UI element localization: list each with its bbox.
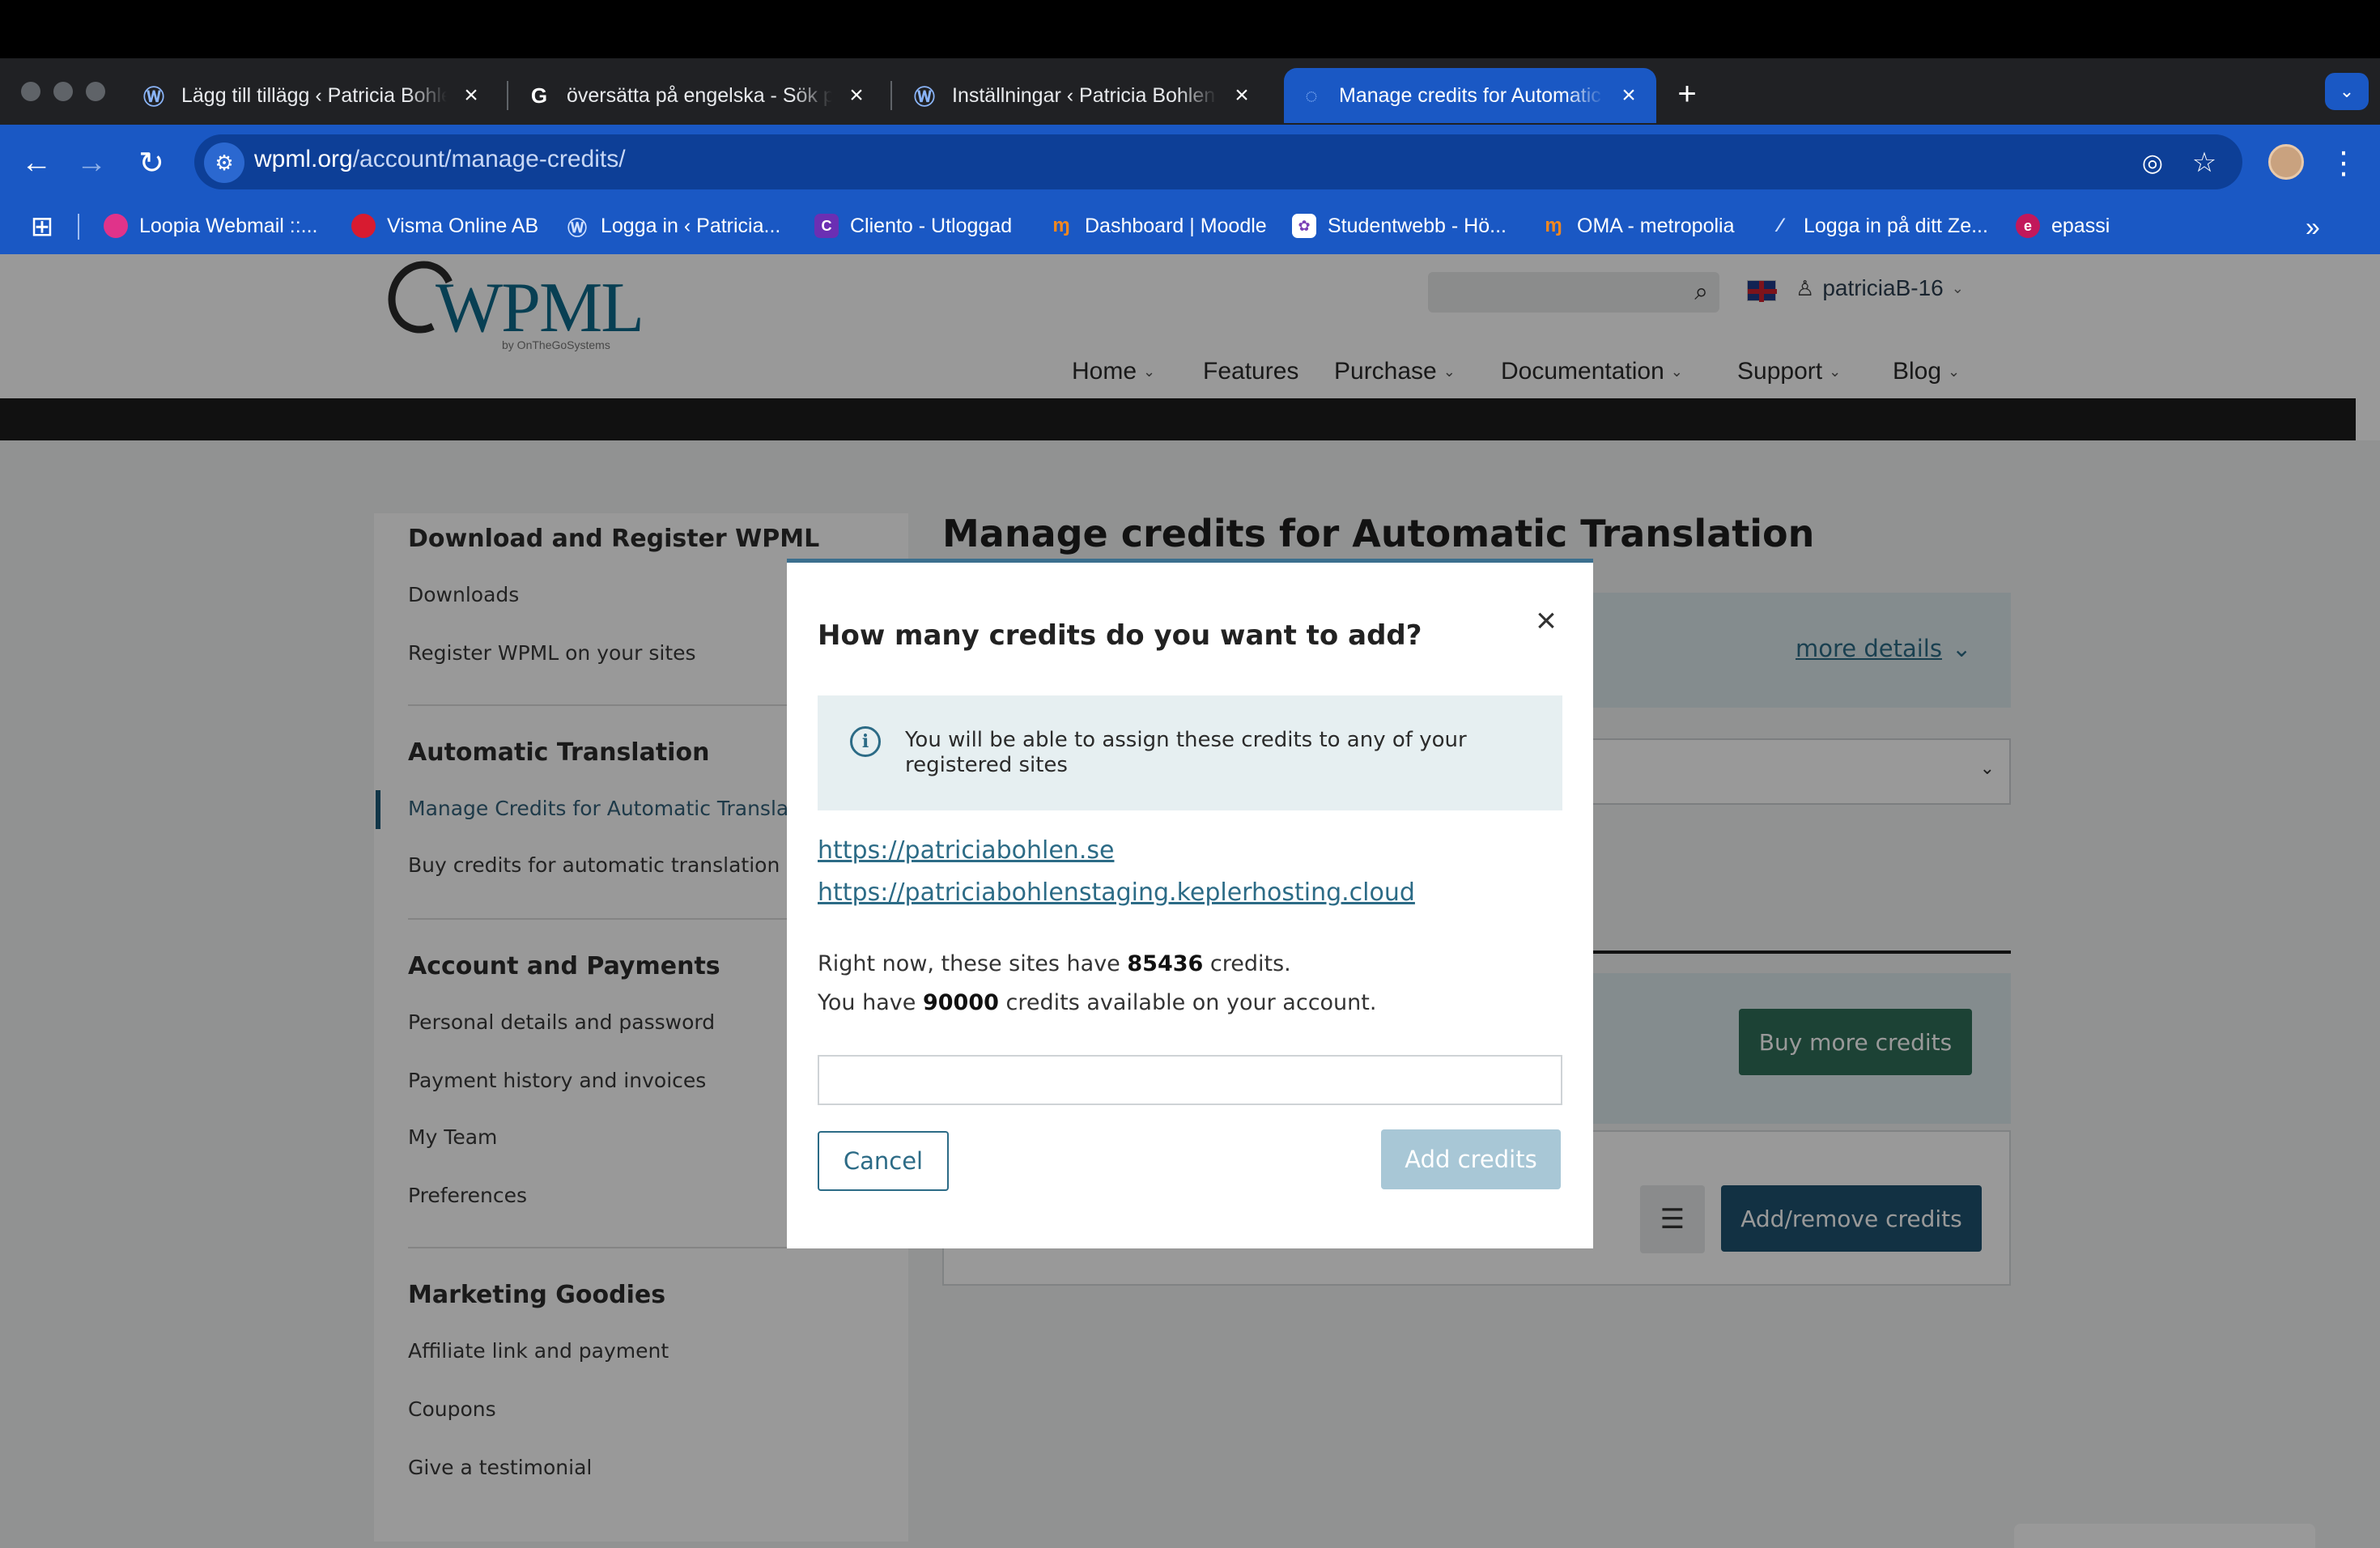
bookmark-item[interactable]: Visma Online AB — [351, 209, 538, 243]
window-zoom-dot[interactable] — [86, 82, 105, 101]
tab-search-chevron-icon[interactable]: ⌄ — [2325, 73, 2369, 110]
bookmark-label: Logga in ‹ Patricia... — [601, 214, 781, 237]
tab-1[interactable]: Ⓦ Lägg till tillägg ‹ Patricia Bohlen × — [126, 68, 499, 123]
bookmark-label: Studentwebb - Hö... — [1328, 214, 1507, 237]
sites-credits-line: Right now, these sites have 85436 credit… — [818, 951, 1291, 976]
bookmark-item[interactable]: ⁄ Logga in på ditt Ze... — [1768, 209, 1988, 243]
bookmark-label: epassi — [2051, 214, 2110, 237]
system-menu-bar — [0, 0, 2380, 58]
loading-favicon-icon: ◌ — [1305, 83, 1318, 108]
google-favicon-icon: G — [530, 83, 548, 108]
profile-avatar[interactable] — [2268, 144, 2304, 180]
text: credits. — [1209, 951, 1291, 976]
forward-arrow-icon[interactable]: → — [71, 142, 112, 183]
bookmark-item[interactable]: e epassi — [2016, 209, 2110, 243]
back-arrow-icon[interactable]: ← — [16, 142, 57, 183]
bookmark-item[interactable]: ɱ OMA - metropolia — [1541, 209, 1735, 243]
text: Right now, these sites have — [818, 951, 1120, 976]
bookmark-label: Dashboard | Moodle — [1085, 214, 1267, 237]
site-info-icon[interactable]: ⚙ — [204, 142, 244, 183]
tab-title: Lägg till tillägg ‹ Patricia Bohlen — [181, 83, 447, 107]
tab-3[interactable]: Ⓦ Inställningar ‹ Patricia Bohlen × — [897, 68, 1269, 123]
bookmark-item[interactable]: Ⓦ Logga in ‹ Patricia... — [565, 209, 780, 243]
more-bookmarks-chevron-icon[interactable]: » — [2306, 212, 2320, 242]
close-tab-icon[interactable]: × — [1616, 82, 1642, 108]
site-link[interactable]: https://patriciabohlen.se — [818, 836, 1114, 865]
close-tab-icon[interactable]: × — [844, 82, 869, 108]
window-close-dot[interactable] — [21, 82, 40, 101]
cancel-button[interactable]: Cancel — [818, 1131, 949, 1191]
credits-amount-input[interactable] — [818, 1055, 1562, 1105]
close-tab-icon[interactable]: × — [1229, 82, 1255, 108]
tab-title: Inställningar ‹ Patricia Bohlen — [952, 83, 1216, 107]
tab-separator — [890, 81, 892, 110]
bookmark-label: Cliento - Utloggad — [850, 214, 1013, 237]
bookmark-label: Visma Online AB — [387, 214, 539, 237]
web-page: WPML by OnTheGoSystems ⌕ ♙ patriciaB-16 ⌄ … — [0, 254, 2380, 1548]
dialog-notice: i You will be able to assign these credi… — [818, 695, 1562, 810]
add-credits-button[interactable]: Add credits — [1381, 1129, 1561, 1189]
tab-title: översätta på engelska - Sök på Google — [567, 83, 832, 107]
account-credits-value: 90000 — [922, 990, 999, 1015]
text: credits available on your account. — [1005, 990, 1377, 1015]
reload-icon[interactable]: ↻ — [131, 142, 172, 183]
dialog-title: How many credits do you want to add? — [818, 619, 1422, 652]
studentwebb-icon: ✿ — [1292, 214, 1316, 238]
moodle-icon: ɱ — [1052, 215, 1070, 236]
bookmark-item[interactable]: C Cliento - Utloggad — [814, 209, 1012, 243]
new-tab-button[interactable]: + — [1664, 71, 1710, 117]
sites-credits-value: 85436 — [1127, 951, 1204, 976]
tab-2[interactable]: G översätta på engelska - Sök på Google … — [512, 68, 884, 123]
site-link[interactable]: https://patriciabohlenstaging.keplerhost… — [818, 878, 1415, 907]
window-minimize-dot[interactable] — [53, 82, 73, 101]
close-icon[interactable]: × — [1530, 601, 1562, 640]
browser-menu-icon[interactable]: ⋮ — [2325, 142, 2362, 183]
bookmark-label: Logga in på ditt Ze... — [1804, 214, 1988, 237]
bookmark-label: Loopia Webmail ::... — [139, 214, 318, 237]
metropolia-icon: ɱ — [1545, 215, 1562, 236]
cliento-icon: C — [814, 214, 839, 238]
notice-text: You will be able to assign these credits… — [905, 728, 1467, 777]
info-icon: i — [850, 726, 881, 757]
bookmark-item[interactable]: Loopia Webmail ::... — [104, 209, 317, 243]
visma-icon — [351, 214, 376, 238]
bookmark-item[interactable]: ✿ Studentwebb - Hö... — [1292, 209, 1507, 243]
bookmark-label: OMA - metropolia — [1577, 214, 1735, 237]
text: You have — [818, 990, 916, 1015]
url-domain: wpml.org — [254, 146, 353, 172]
loopia-icon — [104, 214, 128, 238]
tab-active[interactable]: ◌ Manage credits for Automatic Translati… — [1284, 68, 1656, 123]
url-path: /account/manage-credits/ — [352, 146, 626, 172]
apps-grid-icon[interactable]: ⊞ — [28, 212, 57, 241]
wordpress-icon: Ⓦ — [567, 217, 587, 240]
tab-title: Manage credits for Automatic Translation — [1339, 83, 1604, 107]
url-text[interactable]: wpml.org/account/manage-credits/ — [254, 146, 626, 173]
account-credits-line: You have 90000 credits available on your… — [818, 990, 1376, 1015]
bookmarks-separator — [78, 214, 79, 240]
tab-separator — [507, 81, 508, 110]
add-credits-dialog: How many credits do you want to add? × i… — [787, 559, 1593, 1248]
close-tab-icon[interactable]: × — [458, 82, 484, 108]
epassi-icon: e — [2016, 214, 2040, 238]
bookmark-star-icon[interactable]: ☆ — [2186, 144, 2223, 181]
zettle-icon: ⁄ — [1778, 215, 1782, 236]
eye-slash-icon[interactable]: ◎ — [2134, 144, 2171, 181]
wordpress-favicon-icon: Ⓦ — [142, 84, 164, 109]
wordpress-favicon-icon: Ⓦ — [913, 84, 935, 109]
bookmark-item[interactable]: ɱ Dashboard | Moodle — [1049, 209, 1267, 243]
